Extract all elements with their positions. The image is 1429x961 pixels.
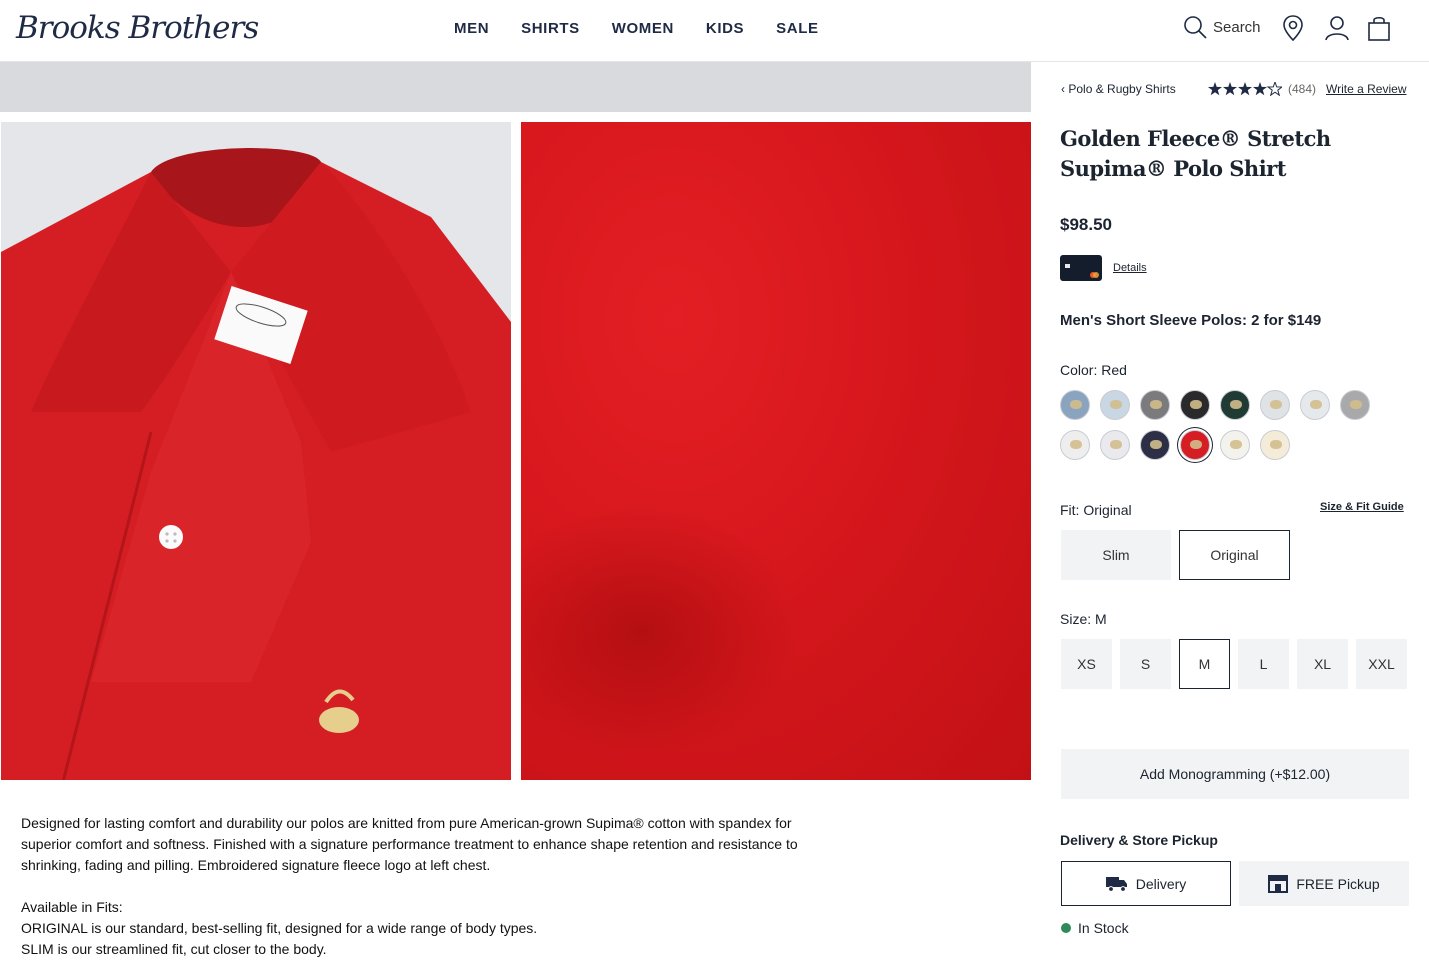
delivery-label: Delivery — [1135, 875, 1187, 892]
color-swatch[interactable] — [1100, 390, 1130, 420]
color-swatch[interactable] — [1260, 390, 1290, 420]
nav-women[interactable]: WOMEN — [612, 20, 674, 37]
fits-slim-text: SLIM is our streamlined fit, cut closer … — [21, 941, 327, 957]
color-swatch[interactable] — [1100, 430, 1130, 460]
brand-logo[interactable]: Brooks Brothers — [16, 10, 259, 46]
size-fit-guide-link[interactable]: Size & Fit Guide — [1320, 501, 1404, 513]
product-title: Golden Fleece® Stretch Supima® Polo Shir… — [1060, 126, 1331, 181]
color-swatch[interactable] — [1260, 430, 1290, 460]
account-icon[interactable] — [1325, 15, 1349, 41]
product-description: Designed for lasting comfort and durabil… — [21, 813, 841, 960]
delivery-heading: Delivery & Store Pickup — [1060, 832, 1218, 848]
stock-status: In Stock — [1061, 920, 1129, 936]
review-count: (484) — [1288, 82, 1317, 96]
color-swatch[interactable] — [1060, 430, 1090, 460]
breadcrumb-label: Polo & Rugby Shirts — [1068, 82, 1176, 96]
truck-icon — [1105, 876, 1127, 892]
color-swatch[interactable] — [1180, 390, 1210, 420]
shopping-bag-icon[interactable] — [1368, 15, 1390, 41]
promo-text: Men's Short Sleeve Polos: 2 for $149 — [1060, 312, 1322, 329]
nav-kids[interactable]: KIDS — [706, 20, 744, 37]
fabric-fold-shadow — [521, 502, 801, 762]
stock-text: In Stock — [1078, 920, 1129, 936]
size-option-m[interactable]: M — [1179, 639, 1230, 689]
product-price: $98.50 — [1060, 215, 1112, 234]
storefront-icon — [1268, 874, 1289, 893]
search-label: Search — [1213, 18, 1261, 36]
color-value: Red — [1101, 362, 1127, 378]
size-value: M — [1095, 611, 1107, 627]
color-swatch-list — [1060, 390, 1390, 460]
size-option-xl[interactable]: XL — [1297, 639, 1348, 689]
pickup-label: FREE Pickup — [1296, 875, 1380, 892]
color-label-text: Color: — [1060, 362, 1098, 378]
main-nav: MEN SHIRTS WOMEN KIDS SALE — [454, 20, 851, 37]
size-option-s[interactable]: S — [1120, 639, 1171, 689]
fit-label: Fit: Original — [1060, 502, 1132, 518]
color-swatch[interactable] — [1140, 390, 1170, 420]
nav-men[interactable]: MEN — [454, 20, 489, 37]
color-swatch[interactable] — [1300, 390, 1330, 420]
fit-option-original[interactable]: Original — [1179, 530, 1290, 580]
card-details-link[interactable]: Details — [1113, 262, 1147, 274]
fits-original-text: ORIGINAL is our standard, best-selling f… — [21, 920, 538, 936]
color-swatch-red-selected[interactable] — [1180, 430, 1210, 460]
size-option-xs[interactable]: XS — [1061, 639, 1112, 689]
write-review-link[interactable]: Write a Review — [1326, 82, 1406, 96]
search-button[interactable]: Search — [1183, 15, 1261, 39]
color-label: Color: Red — [1060, 362, 1127, 378]
fit-option-slim[interactable]: Slim — [1061, 530, 1171, 580]
size-label: Size: M — [1060, 611, 1107, 627]
credit-card-icon — [1060, 255, 1102, 281]
size-option-xxl[interactable]: XXL — [1356, 639, 1407, 689]
product-rating[interactable]: (484) Write a Review — [1208, 82, 1406, 96]
fit-value: Original — [1083, 502, 1132, 518]
color-swatch[interactable] — [1060, 390, 1090, 420]
color-swatch[interactable] — [1220, 430, 1250, 460]
star-rating-icon — [1208, 82, 1282, 96]
nav-shirts[interactable]: SHIRTS — [521, 20, 580, 37]
size-options: XS S M L XL XXL — [1061, 639, 1407, 689]
fit-label-text: Fit: — [1060, 502, 1080, 518]
product-image-fabric-closeup[interactable] — [521, 122, 1031, 780]
add-monogramming-button[interactable]: Add Monogramming (+$12.00) — [1061, 749, 1409, 799]
breadcrumb[interactable]: ‹ Polo & Rugby Shirts — [1061, 82, 1176, 96]
color-swatch[interactable] — [1220, 390, 1250, 420]
delivery-option-button[interactable]: Delivery — [1061, 861, 1231, 906]
search-icon — [1184, 16, 1207, 39]
free-pickup-button[interactable]: FREE Pickup — [1239, 861, 1409, 906]
size-option-l[interactable]: L — [1238, 639, 1289, 689]
chevron-left-icon: ‹ — [1061, 82, 1065, 96]
store-locator-icon[interactable] — [1283, 15, 1303, 41]
description-text: Designed for lasting comfort and durabil… — [21, 815, 798, 873]
color-swatch[interactable] — [1140, 430, 1170, 460]
site-header: Brooks Brothers MEN SHIRTS WOMEN KIDS SA… — [0, 0, 1429, 62]
in-stock-dot-icon — [1061, 923, 1071, 933]
size-label-text: Size: — [1060, 611, 1092, 627]
product-image-collar[interactable] — [1, 122, 511, 780]
fits-heading: Available in Fits: — [21, 899, 123, 915]
color-swatch[interactable] — [1340, 390, 1370, 420]
polo-collar-illustration — [1, 122, 511, 780]
nav-sale[interactable]: SALE — [776, 20, 818, 37]
gallery-image-top-partial — [0, 62, 1031, 112]
